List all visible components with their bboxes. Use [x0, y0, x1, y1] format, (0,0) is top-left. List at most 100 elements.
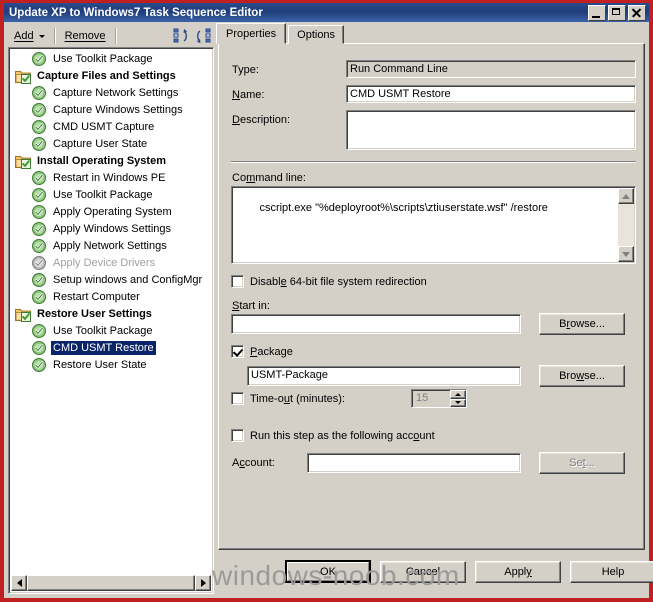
- cancel-button[interactable]: Cancel: [380, 561, 466, 583]
- tree-item[interactable]: CMD USMT Capture: [11, 118, 211, 135]
- step-details-pane: Properties Options Type: Run Command Lin…: [216, 23, 653, 594]
- title-bar[interactable]: Update XP to Windows7 Task Sequence Edit…: [4, 3, 649, 22]
- command-line-scroll-track[interactable]: [618, 204, 634, 246]
- account-input[interactable]: [307, 453, 521, 473]
- tree-item-label: Capture Windows Settings: [53, 103, 183, 116]
- tree-item-label: Apply Device Drivers: [53, 256, 156, 269]
- ok-button-inner: OK: [287, 562, 369, 581]
- command-line-scroll-up-button[interactable]: [618, 188, 634, 204]
- tree-horizontal-scrollbar[interactable]: [11, 575, 211, 591]
- command-line-scroll-down-button[interactable]: [618, 246, 634, 262]
- timeout-checkbox-row[interactable]: Time-out (minutes):: [231, 392, 345, 405]
- timeout-label: Time-out (minutes):: [250, 392, 345, 405]
- scrollbar-thumb[interactable]: [27, 575, 195, 591]
- package-input[interactable]: USMT-Package: [247, 366, 521, 386]
- disable-redirection-checkbox-row[interactable]: Disable 64-bit file system redirection: [231, 275, 427, 288]
- tree-items-container: Use Toolkit Package Capture Files and Set…: [11, 50, 211, 575]
- tree-item[interactable]: Restore User State: [11, 356, 211, 373]
- tree-item[interactable]: Install Operating System: [11, 152, 211, 169]
- timeout-value[interactable]: 15: [412, 390, 450, 407]
- tree-item[interactable]: Setup windows and ConfigMgr: [11, 271, 211, 288]
- scroll-left-button[interactable]: [11, 575, 27, 591]
- tree-item-label: Apply Windows Settings: [53, 222, 171, 235]
- command-line-scrollbar[interactable]: [618, 188, 634, 262]
- tree-item[interactable]: Capture User State: [11, 135, 211, 152]
- help-button[interactable]: Help: [570, 561, 653, 583]
- package-checkbox-row[interactable]: Package: [231, 345, 293, 358]
- green-check-icon: [31, 357, 47, 373]
- package-browse-button[interactable]: Browse...: [539, 365, 625, 387]
- tree-item[interactable]: Capture Files and Settings: [11, 67, 211, 84]
- green-check-icon: [31, 221, 47, 237]
- tree-item[interactable]: Restart Computer: [11, 288, 211, 305]
- maximize-button[interactable]: [608, 4, 626, 21]
- tree-item[interactable]: Use Toolkit Package: [11, 186, 211, 203]
- remove-button[interactable]: Remove: [59, 26, 112, 46]
- minimize-button[interactable]: [588, 4, 606, 21]
- tree-item[interactable]: Apply Device Drivers: [11, 254, 211, 271]
- task-sequence-tree[interactable]: Use Toolkit Package Capture Files and Set…: [8, 47, 214, 594]
- run-as-checkbox[interactable]: [231, 429, 244, 442]
- tree-item-label: Restore User Settings: [37, 307, 152, 320]
- command-line-input[interactable]: cscript.exe "%deployroot%\scripts\ztiuse…: [231, 186, 636, 264]
- move-down-icon[interactable]: [192, 26, 214, 46]
- tree-item[interactable]: Use Toolkit Package: [11, 322, 211, 339]
- name-input[interactable]: CMD USMT Restore: [346, 85, 636, 103]
- start-in-browse-label: Browse...: [559, 318, 605, 330]
- green-check-icon: [31, 136, 47, 152]
- ok-button[interactable]: OK: [285, 560, 371, 583]
- arrow-up-icon: [455, 392, 461, 396]
- package-checkbox[interactable]: [231, 345, 244, 358]
- scroll-right-button[interactable]: [195, 575, 211, 591]
- toolbar-separator-2: [114, 28, 117, 44]
- command-line-value: cscript.exe "%deployroot%\scripts\ztiuse…: [259, 202, 548, 214]
- timeout-decrement-button[interactable]: [450, 398, 466, 407]
- toolbar-separator-1: [53, 28, 56, 44]
- tree-item-label: Use Toolkit Package: [53, 188, 153, 201]
- green-check-icon: [31, 272, 47, 288]
- start-in-browse-button[interactable]: Browse...: [539, 313, 625, 335]
- tree-toolbar: Add Remove: [8, 24, 214, 48]
- timeout-checkbox[interactable]: [231, 392, 244, 405]
- green-check-icon: [31, 340, 47, 356]
- close-button[interactable]: [628, 4, 646, 21]
- tree-item[interactable]: Restore User Settings: [11, 305, 211, 322]
- tree-item[interactable]: Restart in Windows PE: [11, 169, 211, 186]
- tree-item[interactable]: Use Toolkit Package: [11, 50, 211, 67]
- tab-options[interactable]: Options: [288, 25, 345, 44]
- account-label: Account:: [232, 457, 275, 469]
- timeout-spinner[interactable]: 15: [411, 389, 467, 408]
- tree-item-label: Use Toolkit Package: [53, 324, 153, 337]
- description-input[interactable]: [346, 110, 636, 150]
- package-browse-label: Browse...: [559, 370, 605, 382]
- green-check-icon: [31, 85, 47, 101]
- timeout-spinner-buttons[interactable]: [450, 390, 466, 407]
- start-in-input[interactable]: [231, 314, 521, 334]
- add-button[interactable]: Add: [8, 26, 51, 46]
- tree-item[interactable]: Capture Windows Settings: [11, 101, 211, 118]
- tree-item[interactable]: Capture Network Settings: [11, 84, 211, 101]
- window-controls: [588, 4, 649, 21]
- disable-redirection-checkbox[interactable]: [231, 275, 244, 288]
- account-set-button[interactable]: Set...: [539, 452, 625, 474]
- arrow-left-icon: [16, 579, 22, 587]
- tree-item[interactable]: CMD USMT Restore: [11, 339, 211, 356]
- tree-item[interactable]: Apply Windows Settings: [11, 220, 211, 237]
- timeout-increment-button[interactable]: [450, 390, 466, 399]
- apply-button[interactable]: Apply: [475, 561, 561, 583]
- package-label: Package: [250, 345, 293, 358]
- tree-item-label: Restart Computer: [53, 290, 140, 303]
- task-sequence-tree-pane: Add Remove Use Toolkit Package Capture F…: [8, 24, 214, 594]
- move-up-icon[interactable]: [170, 26, 192, 46]
- tree-item-label: Use Toolkit Package: [53, 52, 153, 65]
- scrollbar-track[interactable]: [27, 575, 195, 591]
- minimize-icon: [592, 15, 600, 18]
- tree-item[interactable]: Apply Network Settings: [11, 237, 211, 254]
- run-as-checkbox-row[interactable]: Run this step as the following account: [231, 429, 435, 442]
- tree-item-label: Install Operating System: [37, 154, 166, 167]
- tab-properties[interactable]: Properties: [216, 23, 287, 44]
- chevron-down-icon: [38, 34, 45, 38]
- tree-item[interactable]: Apply Operating System: [11, 203, 211, 220]
- arrow-up-icon: [622, 193, 630, 199]
- task-sequence-editor-window: Update XP to Windows7 Task Sequence Edit…: [0, 0, 653, 602]
